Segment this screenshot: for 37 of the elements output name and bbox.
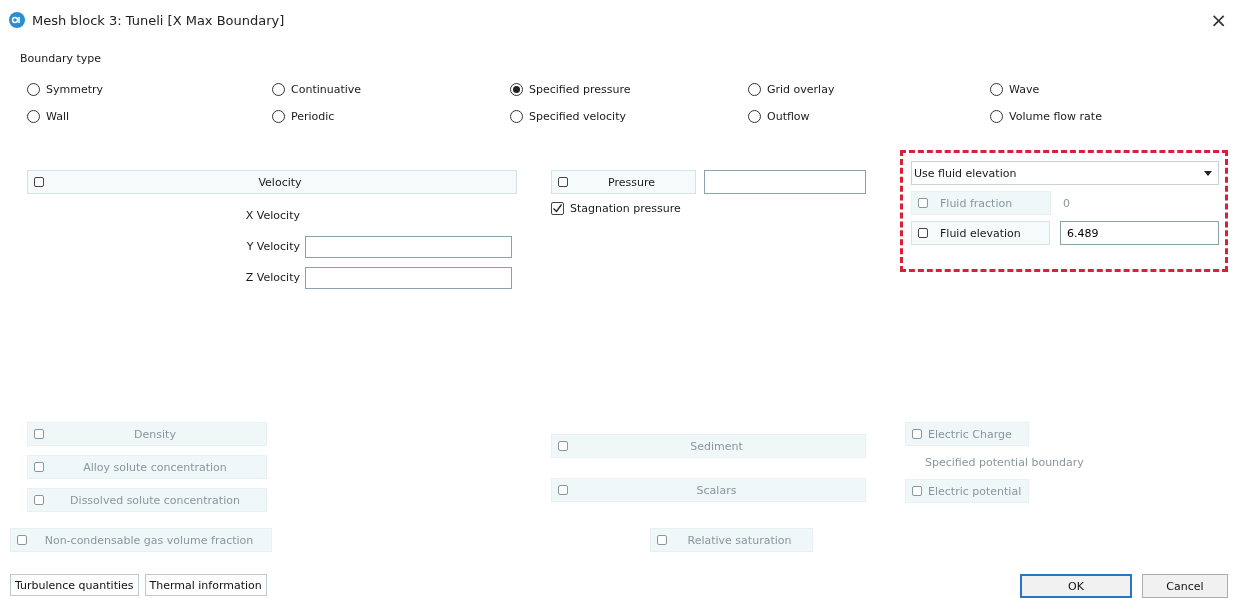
radio-option[interactable]: Specified pressure: [510, 80, 748, 98]
checkbox[interactable]: [551, 202, 564, 215]
field-label: Y Velocity: [245, 240, 301, 253]
checkbox-option[interactable]: Pressure: [551, 170, 696, 194]
radio-option[interactable]: Periodic: [272, 107, 510, 125]
app-logo-icon: [9, 12, 25, 28]
checkbox-option[interactable]: Stagnation pressure: [551, 202, 866, 215]
window-title: Mesh block 3: Tuneli [X Max Boundary]: [32, 12, 285, 28]
checkbox[interactable]: [918, 228, 928, 238]
checkbox-option[interactable]: Fluid elevation: [911, 221, 1050, 245]
input-field[interactable]: [305, 266, 512, 289]
caret-icon: [1204, 170, 1212, 176]
cancel-button[interactable]: Cancel: [1142, 574, 1228, 598]
field-label: X Velocity: [244, 209, 301, 222]
radio-option[interactable]: Wave: [990, 80, 1240, 98]
close-button[interactable]: ×: [1208, 8, 1229, 32]
radio-option[interactable]: Specified velocity: [510, 107, 748, 125]
dropdown[interactable]: Use fluid elevation: [911, 161, 1219, 185]
radio-option[interactable]: Wall: [27, 107, 272, 125]
radio-option[interactable]: Continuative: [272, 80, 510, 98]
input-field[interactable]: [704, 170, 866, 194]
note-text: Specified potential boundary: [924, 456, 1085, 469]
checkbox[interactable]: [34, 177, 44, 187]
tab-button[interactable]: Thermal information: [144, 574, 267, 596]
radio-option[interactable]: Outflow: [748, 107, 990, 125]
ok-button[interactable]: OK: [1020, 574, 1132, 598]
checkbox-option[interactable]: Velocity: [27, 170, 517, 194]
field-label: Z Velocity: [244, 271, 301, 284]
radio-option[interactable]: Grid overlay: [748, 80, 990, 98]
input-field[interactable]: 6.489: [1060, 221, 1219, 245]
tab-button[interactable]: Turbulence quantities: [10, 574, 139, 596]
radio-option[interactable]: Volume flow rate: [990, 107, 1240, 125]
checkbox[interactable]: [558, 177, 568, 187]
input-field[interactable]: [305, 235, 512, 258]
section-label: Boundary type: [20, 52, 103, 65]
radio-option[interactable]: Symmetry: [27, 80, 272, 98]
field-value: 0: [1062, 196, 1070, 210]
